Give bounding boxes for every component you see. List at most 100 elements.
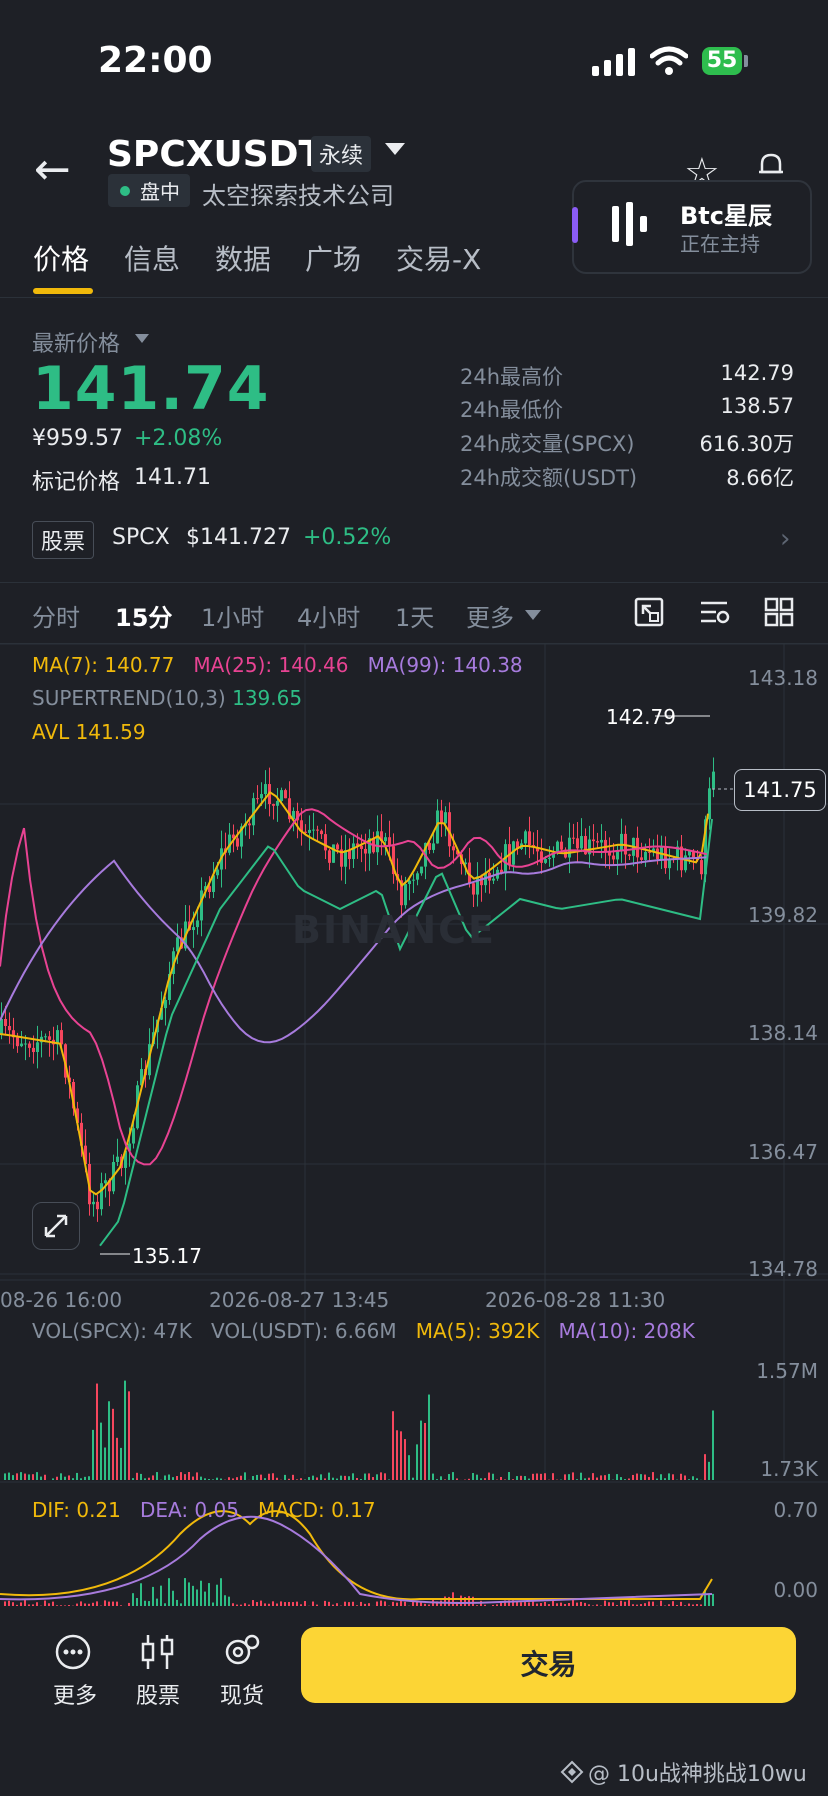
candle-body [256, 798, 259, 800]
symbol-dropdown-icon[interactable] [385, 143, 405, 155]
volume-bar [680, 1473, 682, 1480]
vol-spcx-legend: VOL(SPCX): 47K [32, 1319, 192, 1343]
stat-label-low: 24h最低价 [460, 398, 564, 422]
macd-bar [144, 1600, 146, 1606]
macd-bar [380, 1600, 382, 1606]
volume-bar [516, 1476, 518, 1480]
volume-bar [644, 1474, 646, 1480]
candle-body [44, 1036, 47, 1038]
mark-price-value: 141.71 [134, 465, 211, 490]
trade-button[interactable]: 交易 [301, 1627, 796, 1703]
candle-body [100, 1183, 103, 1210]
volume-bar [544, 1473, 546, 1480]
tab-data[interactable]: 数据 [215, 238, 271, 278]
nav-more-label[interactable]: 更多 [53, 1678, 97, 1710]
macd-bar [152, 1586, 154, 1606]
macd-bar [132, 1593, 134, 1606]
macd-bar [184, 1578, 186, 1606]
macd-bar [608, 1602, 610, 1606]
tab-square[interactable]: 广场 [305, 238, 361, 278]
volume-bar [420, 1420, 422, 1480]
volume-bar [256, 1474, 258, 1480]
volume-bar [696, 1478, 698, 1480]
nav-spot-label[interactable]: 现货 [220, 1678, 264, 1710]
interval-1h[interactable]: 1小时 [201, 598, 264, 633]
macd-bar [560, 1602, 562, 1606]
macd-bar [640, 1604, 642, 1606]
candle-body [568, 837, 571, 858]
indicator-settings-icon[interactable] [698, 596, 730, 628]
fullscreen-expand-icon[interactable] [32, 1202, 80, 1250]
date-axis-label: 2026-08-28 11:30 [485, 1288, 666, 1312]
chart-settings-icon[interactable] [633, 596, 665, 628]
symbol-title[interactable]: SPCXUSDT [107, 134, 323, 175]
candle-body [200, 890, 203, 921]
candle-body [360, 845, 363, 849]
macd-bar [556, 1603, 558, 1606]
tab-trade-x[interactable]: 交易-X [396, 238, 481, 278]
volume-bar [568, 1474, 570, 1480]
macd-bar [68, 1605, 70, 1606]
candle-body [432, 843, 435, 850]
volume-bar [508, 1472, 510, 1480]
volume-bar [328, 1472, 330, 1480]
candle-body [0, 1019, 3, 1034]
volume-bar [272, 1473, 274, 1480]
vol-ma10-legend: MA(10): 208K [558, 1319, 695, 1343]
macd-bar [616, 1604, 618, 1606]
volume-bar [260, 1474, 262, 1480]
macd-bar [392, 1601, 394, 1606]
macd-bar [384, 1601, 386, 1606]
stock-symbol[interactable]: SPCX [112, 525, 170, 550]
stock-icon[interactable] [138, 1632, 178, 1672]
wifi-icon [650, 46, 688, 75]
macd-bar [352, 1601, 354, 1606]
interval-1d[interactable]: 1天 [395, 598, 434, 633]
interval-15m[interactable]: 15分 [115, 598, 172, 633]
nav-stock-label[interactable]: 股票 [136, 1678, 180, 1710]
macd-bar [204, 1591, 206, 1606]
more-icon[interactable] [53, 1632, 93, 1672]
latest-price-dropdown-icon[interactable] [135, 334, 149, 343]
macd-bar [48, 1603, 50, 1606]
volume-bar [688, 1479, 690, 1480]
macd-bar [660, 1600, 662, 1606]
interval-more[interactable]: 更多 [466, 598, 514, 633]
volume-bar [684, 1475, 686, 1480]
volume-bar [148, 1477, 150, 1480]
volume-bar [180, 1472, 182, 1480]
volume-bar [164, 1475, 166, 1480]
macd-bar [564, 1603, 566, 1606]
candle-body [192, 927, 195, 931]
volume-bar [580, 1472, 582, 1480]
tab-price[interactable]: 价格 [33, 238, 89, 278]
status-time: 22:00 [98, 40, 213, 81]
date-axis-label: 08-26 16:00 [0, 1288, 123, 1312]
bell-icon[interactable] [756, 150, 786, 180]
candle-body [332, 844, 335, 863]
layout-grid-icon[interactable] [763, 596, 795, 628]
chevron-right-icon[interactable]: › [780, 524, 790, 554]
volume-bar [208, 1479, 210, 1480]
interval-more-dropdown-icon[interactable] [525, 610, 541, 620]
price-axis-label: 139.82 [748, 903, 818, 927]
tab-info[interactable]: 信息 [124, 238, 180, 278]
stat-value-low: 138.57 [720, 394, 794, 418]
interval-4h[interactable]: 4小时 [297, 598, 360, 633]
macd-bar [580, 1601, 582, 1606]
volume-bar [392, 1411, 394, 1480]
candle-body [376, 831, 379, 853]
volume-bar [284, 1474, 286, 1480]
macd-bar [652, 1601, 654, 1606]
candle-body [412, 879, 415, 881]
interval-time-share[interactable]: 分时 [32, 598, 80, 633]
macd-bar [176, 1599, 178, 1606]
volume-bar [404, 1439, 406, 1480]
kline-chart[interactable] [0, 644, 828, 1618]
volume-bar [668, 1473, 670, 1480]
macd-bar [536, 1603, 538, 1606]
macd-bar [160, 1585, 162, 1606]
back-arrow-icon[interactable]: ← [34, 148, 71, 192]
spot-icon[interactable] [222, 1632, 262, 1672]
volume-bar [436, 1479, 438, 1480]
